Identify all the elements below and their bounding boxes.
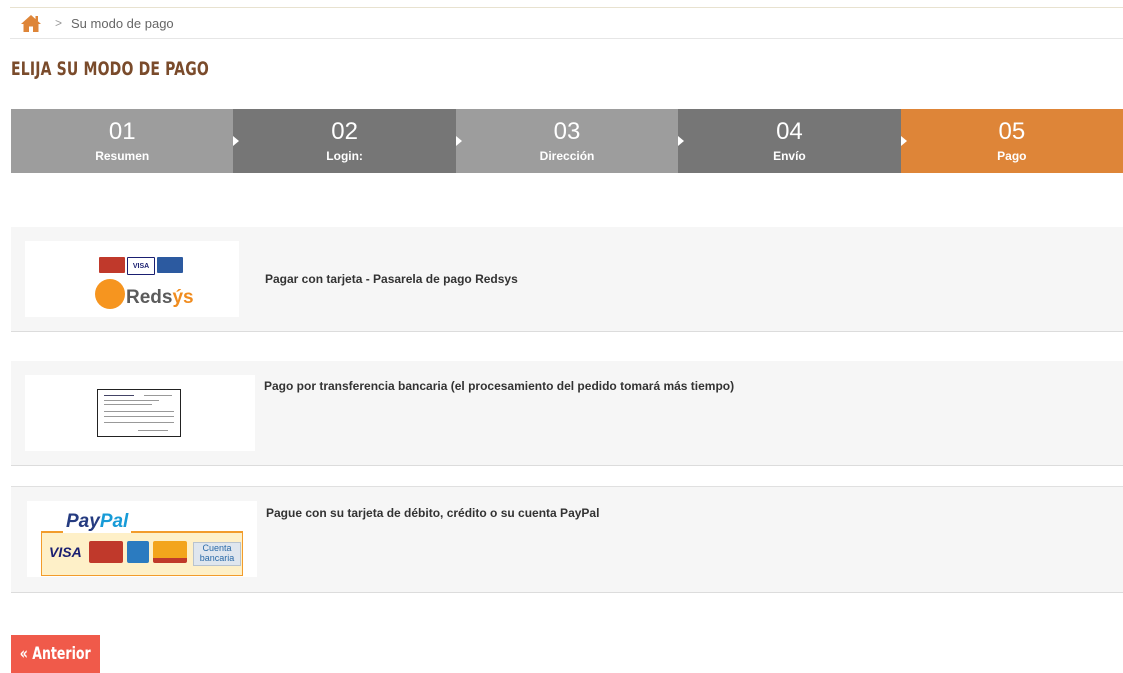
visa-icon: VISA [49, 544, 82, 560]
redsys-symbol-icon [95, 279, 125, 309]
step-number: 02 [331, 118, 358, 145]
visa-icon: VISA [127, 257, 155, 275]
step-label: Login: [326, 149, 363, 163]
previous-button[interactable]: « Anterior [11, 635, 100, 673]
previous-button-label: « Anterior [20, 644, 91, 664]
redsys-logo[interactable]: VISA Redsýs [25, 241, 239, 317]
step-arrow-icon [455, 136, 462, 146]
page-title: ELIJA SU MODO DE PAGO [11, 58, 209, 80]
checkout-steps: 01 Resumen 02 Login: 03 Dirección 04 Env… [11, 109, 1123, 173]
step-label: Pago [997, 149, 1027, 163]
step-resumen[interactable]: 01 Resumen [11, 109, 234, 173]
breadcrumb-current: Su modo de pago [71, 15, 174, 31]
paypal-badge: PayPal VISA Cuenta bancaria [41, 511, 243, 576]
step-number: 04 [776, 118, 803, 145]
payment-option-label[interactable]: Pague con su tarjeta de débito, crédito … [266, 506, 599, 520]
step-number: 05 [998, 118, 1026, 145]
step-pago: 05 Pago [900, 109, 1123, 173]
bank-account-icon: Cuenta bancaria [193, 542, 241, 566]
home-icon[interactable] [20, 13, 42, 33]
bank-transfer-document[interactable] [25, 375, 255, 451]
step-arrow-icon [233, 136, 240, 146]
step-label: Resumen [95, 149, 150, 163]
payment-option-paypal[interactable]: PayPal VISA Cuenta bancaria Pague con su… [11, 486, 1123, 593]
amex-icon [127, 541, 149, 563]
step-arrow-icon [678, 136, 685, 146]
breadcrumb: > Su modo de pago [10, 8, 1123, 39]
payment-option-redsys[interactable]: VISA Redsýs Pagar con tarjeta - Pasarela… [11, 227, 1123, 332]
paypal-logo[interactable]: PayPal VISA Cuenta bancaria [27, 501, 257, 577]
maestro-icon [153, 541, 187, 563]
step-label: Dirección [539, 149, 595, 163]
step-envio[interactable]: 04 Envío [678, 109, 901, 173]
maestro-icon [157, 257, 183, 273]
card-logos: VISA [99, 257, 183, 275]
mastercard-icon [89, 541, 123, 563]
step-number: 01 [108, 118, 136, 145]
payment-option-bank-transfer[interactable]: Pago por transferencia bancaria (el proc… [11, 361, 1123, 466]
payment-option-label[interactable]: Pagar con tarjeta - Pasarela de pago Red… [265, 272, 518, 286]
paypal-wordmark: PayPal [63, 511, 132, 533]
breadcrumb-separator: > [55, 16, 63, 30]
step-label: Envío [773, 149, 806, 163]
payment-option-label[interactable]: Pago por transferencia bancaria (el proc… [264, 379, 734, 393]
bank-document-icon [97, 389, 181, 437]
redsys-wordmark: Redsýs [126, 287, 194, 308]
step-number: 03 [553, 118, 581, 145]
mastercard-icon [99, 257, 125, 273]
step-direccion[interactable]: 03 Dirección [455, 109, 679, 173]
step-arrow-icon [900, 136, 907, 146]
step-login[interactable]: 02 Login: [233, 109, 456, 173]
